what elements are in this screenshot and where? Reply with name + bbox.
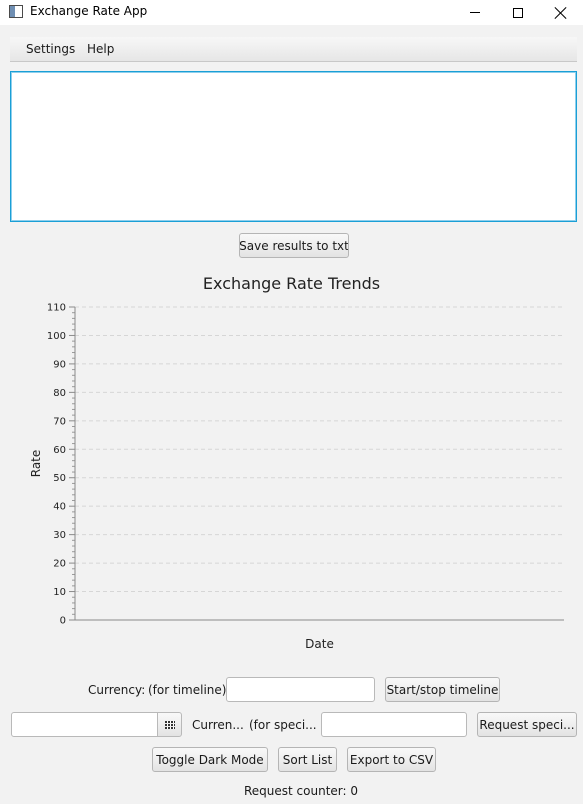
timeline-currency-input[interactable]	[226, 677, 375, 702]
y-tick-label: 60	[53, 445, 66, 456]
export-csv-button[interactable]: Export to CSV	[347, 747, 436, 772]
specific-currency-input[interactable]	[321, 712, 467, 737]
for-timeline-label: (for timeline)	[148, 683, 227, 697]
date-picker-button[interactable]	[157, 712, 182, 737]
sort-list-button[interactable]: Sort List	[278, 747, 337, 772]
y-tick-label: 40	[53, 502, 66, 513]
y-tick-label: 30	[53, 530, 66, 541]
date-input[interactable]	[11, 712, 158, 737]
y-tick-label: 10	[53, 587, 66, 598]
x-axis-label: Date	[305, 637, 334, 651]
menu-bar: Settings Help	[10, 37, 577, 62]
y-tick-label: 50	[53, 473, 66, 484]
menu-settings[interactable]: Settings	[26, 42, 75, 56]
y-tick-label: 90	[53, 359, 66, 370]
y-axis-label: Rate	[29, 450, 43, 478]
y-tick-label: 0	[60, 616, 66, 627]
y-tick-label: 110	[47, 303, 66, 314]
y-tick-label: 80	[53, 388, 66, 399]
minimize-button[interactable]	[452, 0, 497, 25]
results-text-area[interactable]	[10, 71, 577, 222]
close-button[interactable]	[538, 0, 583, 25]
y-tick-label: 100	[47, 331, 66, 342]
calendar-icon	[164, 720, 175, 729]
exchange-rate-chart: 0 10 20 30 40 50 60 70 80 90 100 110 Rate Date	[29, 303, 564, 651]
maximize-button[interactable]	[495, 0, 540, 25]
currency-specific-label: Curren...	[192, 718, 244, 732]
toggle-dark-mode-button[interactable]: Toggle Dark Mode	[152, 747, 268, 772]
currency-label: Currency:	[88, 683, 146, 697]
title-bar: Exchange Rate App	[0, 0, 583, 25]
start-stop-timeline-button[interactable]: Start/stop timeline	[385, 677, 500, 702]
maximize-icon	[512, 7, 523, 18]
menu-help[interactable]: Help	[87, 42, 114, 56]
request-counter: Request counter: 0	[244, 784, 359, 798]
chart-title: Exchange Rate Trends	[202, 274, 381, 293]
app-window-icon	[9, 5, 23, 18]
minimize-icon	[469, 12, 480, 13]
y-tick-label: 70	[53, 416, 66, 427]
window-title: Exchange Rate App	[30, 4, 148, 18]
for-specific-label: (for speci...	[249, 718, 317, 732]
close-icon	[555, 7, 567, 19]
request-specific-button[interactable]: Request speci...	[477, 712, 577, 737]
y-tick-label: 20	[53, 559, 66, 570]
save-results-button[interactable]: Save results to txt	[239, 233, 349, 258]
